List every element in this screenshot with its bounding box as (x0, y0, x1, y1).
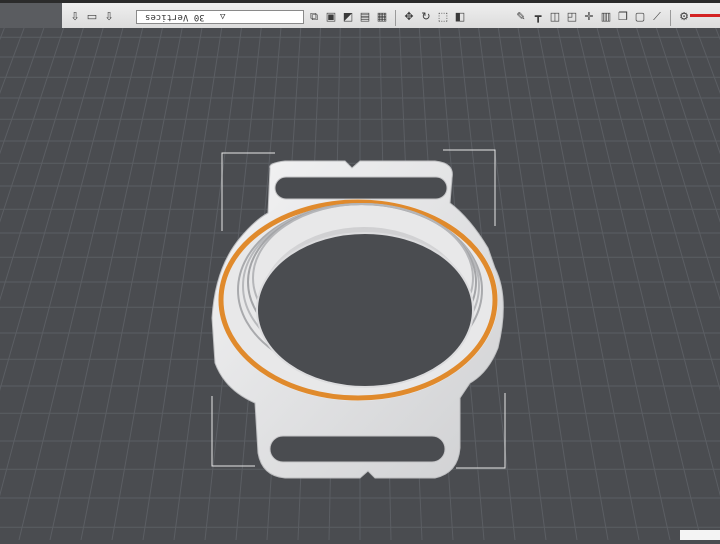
stats-readout: 30 Vertices ▽ (136, 10, 304, 24)
stats-text: 30 Vertices (145, 12, 205, 22)
export-icon[interactable]: ⇩ (102, 10, 116, 24)
align-icon[interactable]: ✛ (582, 10, 596, 24)
cube-icon[interactable]: ◰ (565, 10, 579, 24)
bezel-opening (256, 232, 474, 388)
top-view-icon[interactable]: ▦ (375, 10, 389, 24)
copy-icon[interactable]: ❐ (616, 10, 630, 24)
folder-icon[interactable]: ▭ (85, 10, 99, 24)
toolbar-left-panel (0, 3, 62, 28)
status-flag (690, 14, 720, 17)
front-view-icon[interactable]: ▣ (324, 10, 338, 24)
measure-icon[interactable]: ┳ (531, 10, 545, 24)
view-cube-icon[interactable]: ⧉ (307, 10, 321, 24)
bottom-strap-slot (269, 435, 446, 463)
iso-view-icon[interactable]: ◩ (341, 10, 355, 24)
mirror-icon[interactable]: ◧ (453, 10, 467, 24)
side-view-icon[interactable]: ▤ (358, 10, 372, 24)
toolbar-separator (670, 10, 671, 26)
move-icon[interactable]: ✥ (402, 10, 416, 24)
view-icon-group: ⧉ ▣ ◩ ▤ ▦ ✥ ↻ ⬚ ◧ (307, 10, 467, 26)
top-strap-slot (274, 176, 448, 200)
window-top-strip (0, 0, 720, 3)
3d-viewport[interactable] (0, 17, 720, 541)
ruler-icon[interactable]: ⟋ (650, 10, 664, 24)
layer-icon[interactable]: ▥ (599, 10, 613, 24)
clone-icon[interactable]: ▢ (633, 10, 647, 24)
tool-icon-group: ✎ ┳ ◫ ◰ ✛ ▥ ❐ ▢ ⟋ ⚙ (514, 10, 691, 26)
box-icon[interactable]: ◫ (548, 10, 562, 24)
viewport-canvas[interactable] (0, 17, 720, 541)
import-icon[interactable]: ⇩ (68, 10, 82, 24)
main-toolbar: ⇩ ▭ ⇩ 30 Vertices ▽ ⧉ ▣ ◩ ▤ ▦ ✥ ↻ ⬚ ◧ ✎ … (0, 0, 720, 29)
toolbar-separator (395, 10, 396, 26)
scale-icon[interactable]: ⬚ (436, 10, 450, 24)
settings-icon[interactable]: ⚙ (677, 10, 691, 24)
file-icon-group: ⇩ ▭ ⇩ (68, 10, 116, 24)
pencil-icon[interactable]: ✎ (514, 10, 528, 24)
status-corner-panel (680, 530, 720, 540)
rotate-icon[interactable]: ↻ (419, 10, 433, 24)
chevron-down-icon[interactable]: ▽ (220, 11, 225, 23)
